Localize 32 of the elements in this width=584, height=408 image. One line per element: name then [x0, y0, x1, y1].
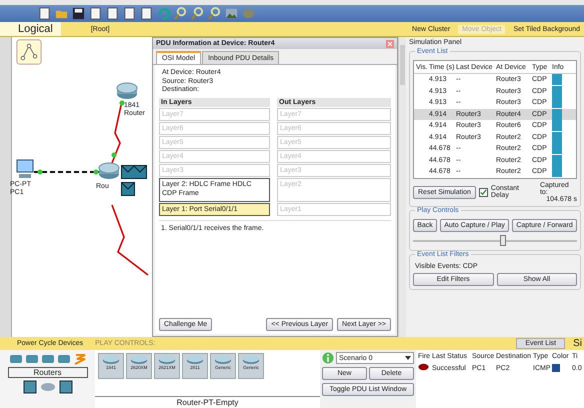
model-name: Router-PT-Empty — [95, 396, 320, 408]
magnifier-icon[interactable] — [191, 7, 204, 20]
logical-tab[interactable]: Logical — [0, 22, 61, 36]
category-label: Routers — [8, 367, 88, 378]
info-swatch[interactable] — [552, 97, 562, 108]
info-swatch[interactable] — [552, 132, 562, 143]
scrollbar[interactable] — [398, 37, 406, 337]
caret-icon — [405, 356, 411, 360]
slider-thumb[interactable] — [500, 234, 506, 246]
info-swatch[interactable] — [552, 166, 562, 178]
magnifier-icon[interactable] — [208, 7, 221, 20]
fire-icon[interactable] — [418, 363, 429, 371]
document-icon[interactable] — [38, 7, 51, 20]
envelope-icon — [121, 182, 135, 196]
info-icon — [322, 352, 334, 364]
serial-link — [111, 100, 124, 164]
info-swatch[interactable] — [552, 86, 562, 97]
speed-slider[interactable] — [413, 234, 577, 246]
constant-delay-checkbox[interactable] — [478, 188, 488, 196]
mode-label: Si — [572, 338, 583, 349]
topology-icon[interactable] — [16, 39, 42, 65]
magnifier-icon[interactable] — [174, 7, 187, 20]
info-swatch[interactable] — [552, 154, 562, 166]
computer-icon[interactable] — [14, 159, 36, 179]
lightning-icon[interactable] — [72, 353, 86, 365]
envelope-icon — [121, 165, 147, 179]
info-swatch[interactable] — [552, 74, 562, 86]
info-swatch[interactable] — [552, 120, 562, 132]
info-swatch[interactable] — [552, 108, 562, 120]
picture-icon[interactable] — [225, 7, 238, 20]
info-swatch[interactable] — [552, 143, 562, 154]
close-icon[interactable] — [386, 40, 394, 48]
